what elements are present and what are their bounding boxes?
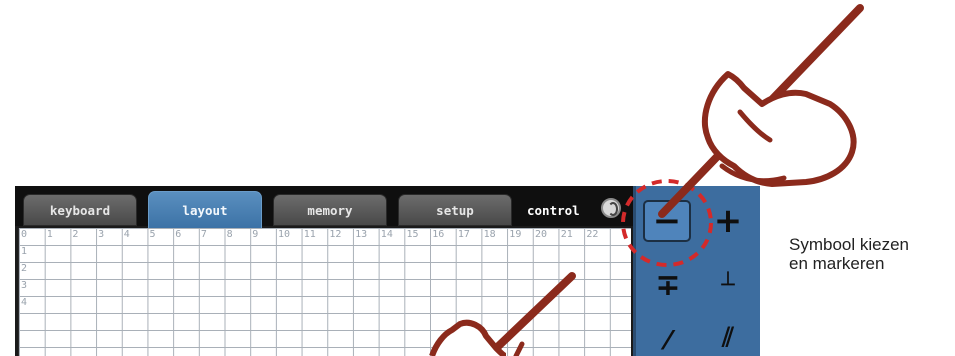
column-label: 21 [560,229,573,240]
column-label: 4 [123,229,130,240]
column-label: 5 [149,229,156,240]
tab-memory[interactable]: memory [273,194,387,226]
tab-bar: keyboard layout memory setup control [15,186,635,228]
column-label: 6 [175,229,182,240]
row-label: 2 [21,263,28,274]
column-label: 11 [303,229,316,240]
column-label: 14 [380,229,393,240]
tab-keyboard[interactable]: keyboard [23,194,137,226]
column-label: 0 [21,229,28,240]
plus-symbol-button[interactable]: + [706,200,750,242]
caption-line-1: Symbool kiezen [789,235,910,254]
column-label: 9 [252,229,259,240]
row-label: 1 [21,246,28,257]
tab-layout[interactable]: layout [148,191,262,228]
column-label: 18 [483,229,496,240]
column-labels: 0 1 2 3 4 5 6 7 8 9 10 11 12 13 14 15 16 17 18 19 20 21 22 [19,229,631,243]
control-dial-icon[interactable] [601,198,621,218]
split-symbol-button[interactable]: ∓ [646,264,690,306]
column-label: 1 [46,229,53,240]
double-slash-symbol-button[interactable]: ⫽ [706,321,750,355]
column-label: 15 [406,229,419,240]
row-label: 4 [21,297,28,308]
column-label: 10 [278,229,291,240]
tee-symbol-button[interactable]: ┴ [706,264,750,306]
column-label: 3 [98,229,105,240]
column-label: 12 [329,229,342,240]
caption-line-2: en markeren [789,254,885,273]
caption: Symbool kiezen en markeren [789,235,909,273]
device-screen: keyboard layout memory setup control 012… [15,186,760,356]
column-label: 19 [509,229,522,240]
column-label: 2 [72,229,79,240]
layout-grid[interactable]: 0 1 2 3 4 5 6 7 8 9 10 11 12 13 14 15 16 17 18 19 20 21 22 123… [18,228,631,356]
row-label: 3 [21,280,28,291]
column-label: 17 [457,229,470,240]
column-label: 7 [200,229,207,240]
slash-symbol-button[interactable]: ⁄ [648,326,688,356]
symbol-panel: − + ∓ ┴ ⁄ ⫽ [633,186,760,356]
column-label: 22 [586,229,599,240]
hand-pen-icon [658,4,864,218]
minus-symbol-button[interactable]: − [643,200,691,242]
column-label: 16 [432,229,445,240]
column-label: 20 [535,229,548,240]
tab-setup[interactable]: setup [398,194,512,226]
column-label: 13 [355,229,368,240]
column-label: 8 [226,229,233,240]
